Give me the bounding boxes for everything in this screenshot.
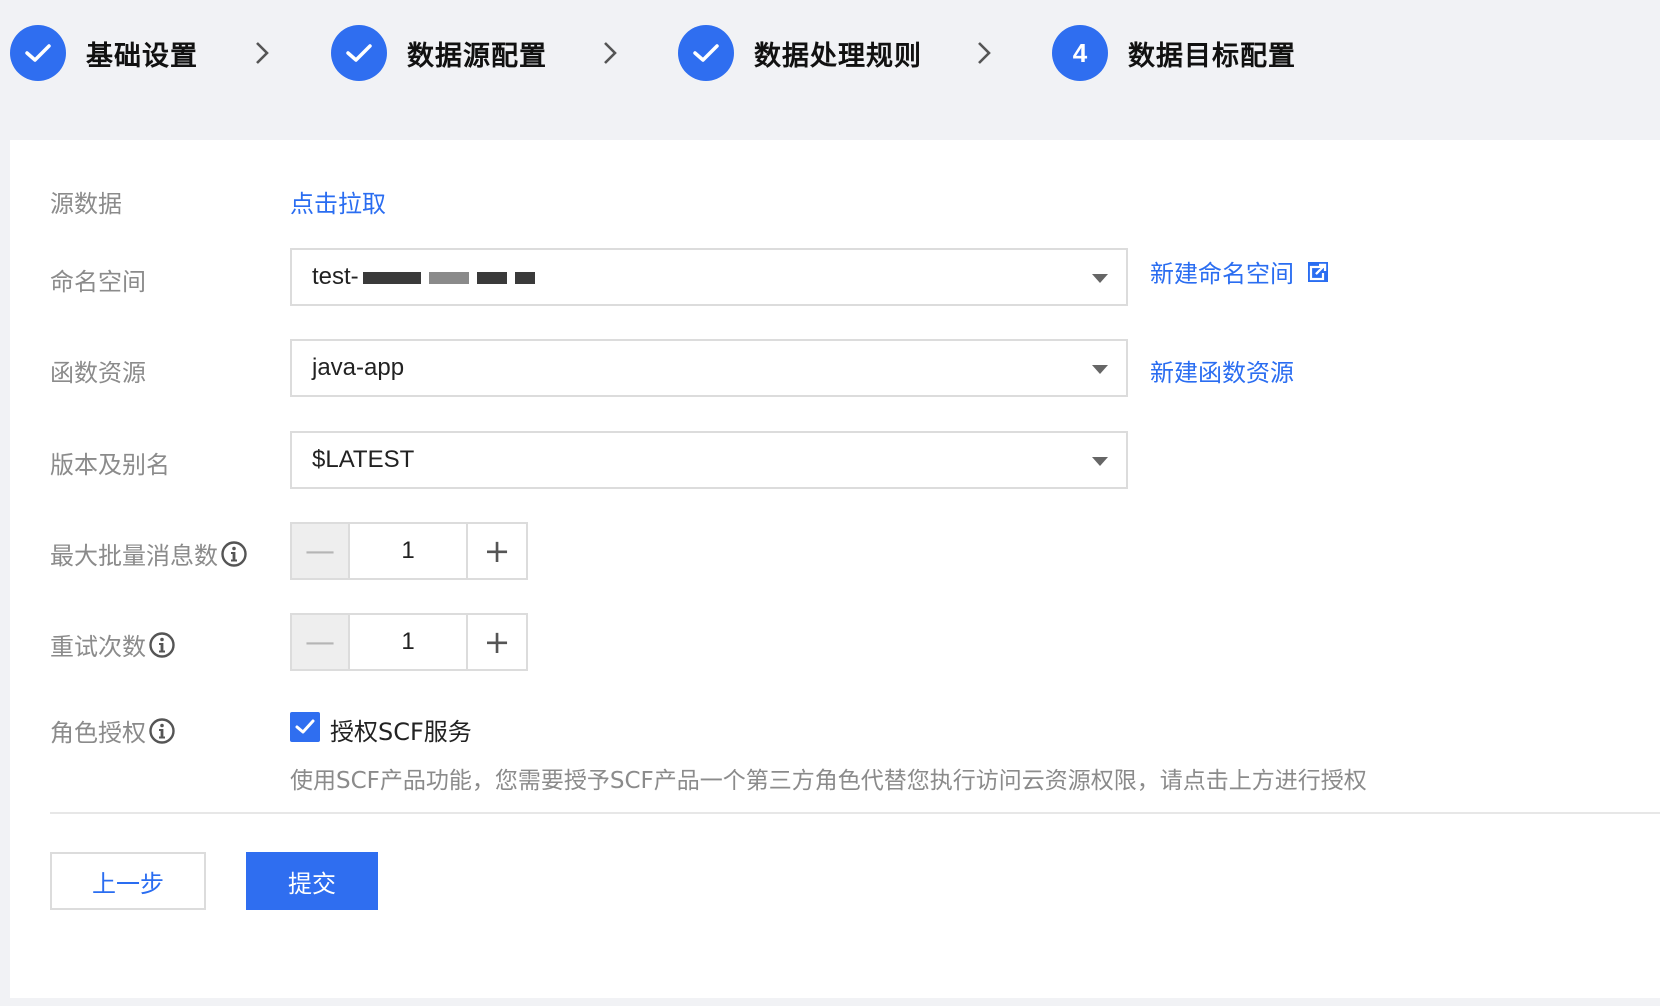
namespace-label: 命名空间 (50, 268, 146, 296)
check-icon (678, 25, 734, 81)
step-datasource: 数据源配置 (331, 25, 547, 81)
external-link-icon (1308, 261, 1328, 282)
chevron-right-icon (604, 42, 617, 64)
version-value: $LATEST (312, 446, 415, 473)
role-label: 角色授权 (50, 719, 146, 747)
divider (50, 812, 1660, 814)
decrement-button[interactable]: — (292, 615, 350, 669)
step-processing-rules: 数据处理规则 (678, 25, 922, 81)
function-value: java-app (312, 354, 405, 381)
new-namespace-link[interactable]: 新建命名空间 (1150, 254, 1294, 289)
step-basic-settings: 基础设置 (10, 25, 198, 81)
caret-down-icon (1092, 274, 1108, 283)
version-label: 版本及别名 (50, 451, 170, 479)
prev-step-button[interactable]: 上一步 (50, 852, 206, 910)
batch-label: 最大批量消息数 (50, 542, 218, 570)
batch-label-wrap: 最大批量消息数 (50, 536, 248, 571)
namespace-select[interactable]: test- (290, 248, 1128, 306)
authorize-label[interactable]: 授权SCF服务 (330, 712, 472, 747)
form-card: 源数据 点击拉取 命名空间 test- 新建命名空间 函数资源 java-app… (10, 140, 1660, 998)
info-icon[interactable] (148, 631, 176, 659)
new-function-link[interactable]: 新建函数资源 (1150, 353, 1294, 388)
function-label: 函数资源 (50, 359, 146, 387)
step-number: 4 (1052, 25, 1108, 81)
pull-link[interactable]: 点击拉取 (290, 184, 386, 219)
batch-value[interactable]: 1 (350, 524, 466, 578)
step-target-config: 4 数据目标配置 (1052, 25, 1296, 81)
check-icon (295, 719, 315, 734)
chevron-right-icon (256, 42, 269, 64)
caret-down-icon (1092, 365, 1108, 374)
step-label: 数据处理规则 (754, 40, 922, 72)
retry-label: 重试次数 (50, 633, 146, 661)
role-label-wrap: 角色授权 (50, 713, 176, 748)
namespace-value: test- (312, 263, 539, 291)
authorize-hint: 使用SCF产品功能，您需要授予SCF产品一个第三方角色代替您执行访问云资源权限，… (290, 768, 1367, 794)
step-label: 基础设置 (86, 40, 198, 72)
submit-button[interactable]: 提交 (246, 852, 378, 910)
source-label: 源数据 (50, 190, 122, 218)
new-namespace-link-wrap[interactable]: 新建命名空间 (1150, 254, 1330, 289)
decrement-button[interactable]: — (292, 524, 350, 578)
retry-label-wrap: 重试次数 (50, 627, 176, 662)
chevron-right-icon (978, 42, 991, 64)
step-label: 数据目标配置 (1128, 40, 1296, 72)
batch-stepper: — 1 + (290, 522, 528, 580)
check-icon (10, 25, 66, 81)
info-icon[interactable] (148, 717, 176, 745)
retry-value[interactable]: 1 (350, 615, 466, 669)
increment-button[interactable]: + (466, 615, 526, 669)
steps-bar: 基础设置 数据源配置 数据处理规则 4 数据目标配置 (10, 25, 1650, 81)
step-label: 数据源配置 (407, 40, 547, 72)
caret-down-icon (1092, 457, 1108, 466)
retry-stepper: — 1 + (290, 613, 528, 671)
function-select[interactable]: java-app (290, 339, 1128, 397)
check-icon (331, 25, 387, 81)
increment-button[interactable]: + (466, 524, 526, 578)
authorize-checkbox[interactable] (290, 712, 320, 742)
info-icon[interactable] (220, 540, 248, 568)
version-select[interactable]: $LATEST (290, 431, 1128, 489)
